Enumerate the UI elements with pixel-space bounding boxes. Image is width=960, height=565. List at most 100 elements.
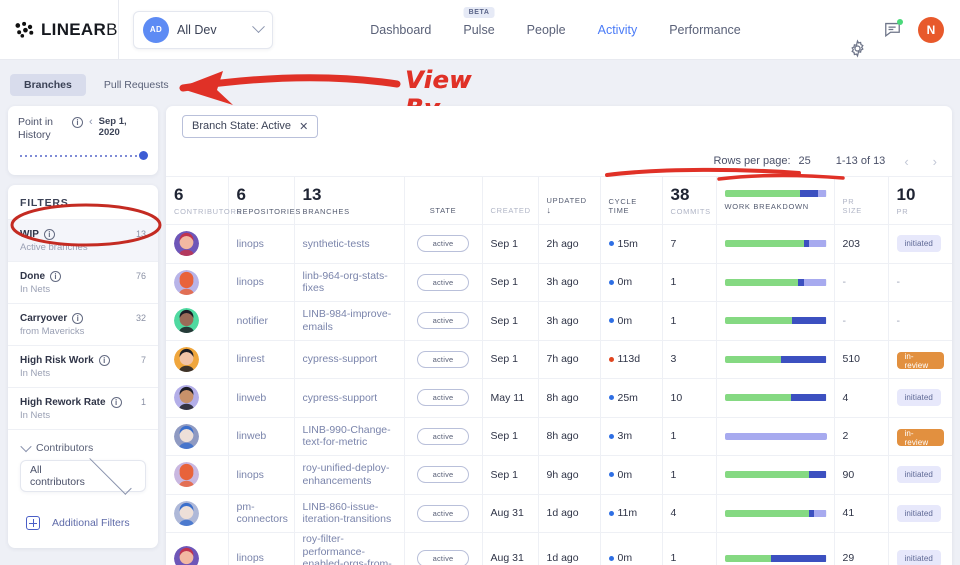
contributor-avatar[interactable]	[174, 462, 199, 487]
table-row[interactable]: linopsroy-unified-deploy-enhancementsact…	[166, 456, 952, 495]
col-state[interactable]: STATE	[404, 177, 482, 225]
branch-link[interactable]: LINB-984-improve-emails	[303, 308, 392, 333]
nav-item-activity[interactable]: Activity	[598, 23, 638, 37]
contributor-avatar[interactable]	[174, 385, 199, 410]
cell-branch[interactable]: LINB-984-improve-emails	[294, 302, 404, 341]
table-row[interactable]: pm-connectors LINB-860-issue-iteration-tr…	[166, 494, 952, 533]
history-slider-knob[interactable]	[139, 151, 148, 160]
repository-link[interactable]: linops	[237, 552, 264, 564]
nav-item-people[interactable]: People	[527, 23, 566, 37]
gear-icon[interactable]	[848, 20, 867, 39]
filter-row-high-risk-work[interactable]: High Risk Work i In Nets 7	[8, 345, 158, 387]
cell-repository[interactable]: linrest	[228, 340, 294, 379]
nav-item-pulse[interactable]: BETA Pulse	[463, 23, 494, 37]
repository-link[interactable]: pm-connectors	[237, 501, 288, 525]
col-created[interactable]: CREATED	[482, 177, 538, 225]
cell-branch[interactable]: cypress-support	[294, 379, 404, 418]
cell-repository[interactable]: linweb	[228, 417, 294, 456]
cell-branch[interactable]: LINB-990-Change-text-for-metric	[294, 417, 404, 456]
cell-branch[interactable]: linb-964-org-stats-fixes	[294, 263, 404, 302]
close-icon[interactable]: ✕	[299, 120, 308, 133]
tab-branches[interactable]: Branches	[10, 74, 86, 96]
cell-branch[interactable]: roy-unified-deploy-enhancements	[294, 456, 404, 495]
history-slider[interactable]	[18, 151, 148, 161]
col-pr-size[interactable]: PRSIZE	[834, 177, 888, 225]
message-icon[interactable]	[883, 20, 902, 39]
branch-link[interactable]: roy-filter-performance-enabled-orgs-from…	[303, 533, 392, 565]
contributor-avatar[interactable]	[174, 546, 199, 565]
repository-link[interactable]: linops	[237, 276, 264, 288]
filter-row-high-rework-rate[interactable]: High Rework Rate i In Nets 1	[8, 387, 158, 429]
repository-link[interactable]: linweb	[237, 392, 267, 404]
contributor-avatar[interactable]	[174, 270, 199, 295]
tab-pull-requests[interactable]: Pull Requests	[90, 74, 183, 96]
info-icon[interactable]: i	[72, 117, 83, 128]
cell-branch[interactable]: LINB-860-issue-iteration-transitions	[294, 494, 404, 533]
nav-item-performance[interactable]: Performance	[669, 23, 741, 37]
info-icon[interactable]: i	[44, 229, 55, 240]
nav-item-dashboard[interactable]: Dashboard	[370, 23, 431, 37]
repository-link[interactable]: linrest	[237, 353, 265, 365]
branch-link[interactable]: LINB-990-Change-text-for-metric	[303, 424, 391, 449]
repository-link[interactable]: linops	[237, 469, 264, 481]
cell-branch[interactable]: cypress-support	[294, 340, 404, 379]
filter-row-carryover[interactable]: Carryover i from Mavericks 32	[8, 303, 158, 345]
cell-repository[interactable]: notifier	[228, 302, 294, 341]
contributors-select[interactable]: All contributors	[20, 460, 146, 492]
pagination-next-button[interactable]: ›	[928, 154, 942, 169]
info-icon[interactable]: i	[111, 397, 122, 408]
cell-branch[interactable]: roy-filter-performance-enabled-orgs-from…	[294, 533, 404, 565]
table-row[interactable]: linopssynthetic-testsactiveSep 12h ago15…	[166, 225, 952, 264]
cell-repository[interactable]: pm-connectors	[228, 494, 294, 533]
contributors-group-toggle[interactable]: Contributors	[20, 440, 146, 460]
col-work-breakdown[interactable]: WORK BREAKDOWN	[716, 177, 834, 225]
col-cycle-time[interactable]: CYCLE TIME	[600, 177, 662, 225]
col-updated[interactable]: UPDATED ↓	[538, 177, 600, 225]
col-branches[interactable]: 13 BRANCHES	[294, 177, 404, 225]
table-row[interactable]: linopslinb-964-org-stats-fixesactiveSep …	[166, 263, 952, 302]
branch-link[interactable]: linb-964-org-stats-fixes	[303, 270, 388, 295]
team-selector[interactable]: AD All Dev	[133, 11, 273, 49]
repository-link[interactable]: linweb	[237, 430, 267, 442]
branch-link[interactable]: roy-unified-deploy-enhancements	[303, 462, 390, 487]
contributor-avatar[interactable]	[174, 501, 199, 526]
additional-filters-button[interactable]: Additional Filters	[20, 516, 146, 530]
info-icon[interactable]: i	[50, 271, 61, 282]
table-row[interactable]: notifierLINB-984-improve-emailsactiveSep…	[166, 302, 952, 341]
rows-per-page[interactable]: Rows per page: 25	[713, 155, 821, 167]
contributor-avatar[interactable]	[174, 231, 199, 256]
col-repositories[interactable]: 6 REPOSITORIES	[228, 177, 294, 225]
cell-repository[interactable]: linops	[228, 263, 294, 302]
contributor-avatar[interactable]	[174, 308, 199, 333]
col-commits[interactable]: 38 COMMITS	[662, 177, 716, 225]
contributor-avatar[interactable]	[174, 424, 199, 449]
pagination-prev-button[interactable]: ‹	[899, 154, 913, 169]
branch-link[interactable]: LINB-860-issue-iteration-transitions	[303, 501, 392, 526]
brand-logo[interactable]: LINEARB	[0, 20, 118, 40]
cell-repository[interactable]: linweb	[228, 379, 294, 418]
info-icon[interactable]: i	[72, 313, 83, 324]
chip-branch-state[interactable]: Branch State: Active ✕	[182, 115, 318, 138]
info-icon[interactable]: i	[99, 355, 110, 366]
avatar[interactable]: N	[918, 17, 944, 43]
repository-link[interactable]: notifier	[237, 315, 269, 327]
chevron-left-icon[interactable]: ‹	[89, 116, 93, 128]
col-contributors[interactable]: 6 CONTRIBUTORS	[166, 177, 228, 225]
cell-branch[interactable]: synthetic-tests	[294, 225, 404, 264]
table-row[interactable]: linwebcypress-supportactiveMay 118h ago2…	[166, 379, 952, 418]
table-row[interactable]: linops roy-filter-performance-enabled-org…	[166, 533, 952, 565]
cell-repository[interactable]: linops	[228, 225, 294, 264]
branch-link[interactable]: cypress-support	[303, 392, 378, 404]
table-row[interactable]: linrestcypress-supportactiveSep 17h ago1…	[166, 340, 952, 379]
repository-link[interactable]: linops	[237, 238, 264, 250]
branch-link[interactable]: cypress-support	[303, 353, 378, 365]
col-pr[interactable]: 10 PR	[888, 177, 952, 225]
cell-repository[interactable]: linops	[228, 456, 294, 495]
table-row[interactable]: linwebLINB-990-Change-text-for-metricact…	[166, 417, 952, 456]
filter-row-wip[interactable]: WIP i Active branches 13	[8, 219, 158, 261]
contributor-avatar[interactable]	[174, 347, 199, 372]
cell-repository[interactable]: linops	[228, 533, 294, 565]
filter-row-done[interactable]: Done i In Nets 76	[8, 261, 158, 303]
cell-work-breakdown	[716, 494, 834, 533]
branch-link[interactable]: synthetic-tests	[303, 238, 370, 250]
